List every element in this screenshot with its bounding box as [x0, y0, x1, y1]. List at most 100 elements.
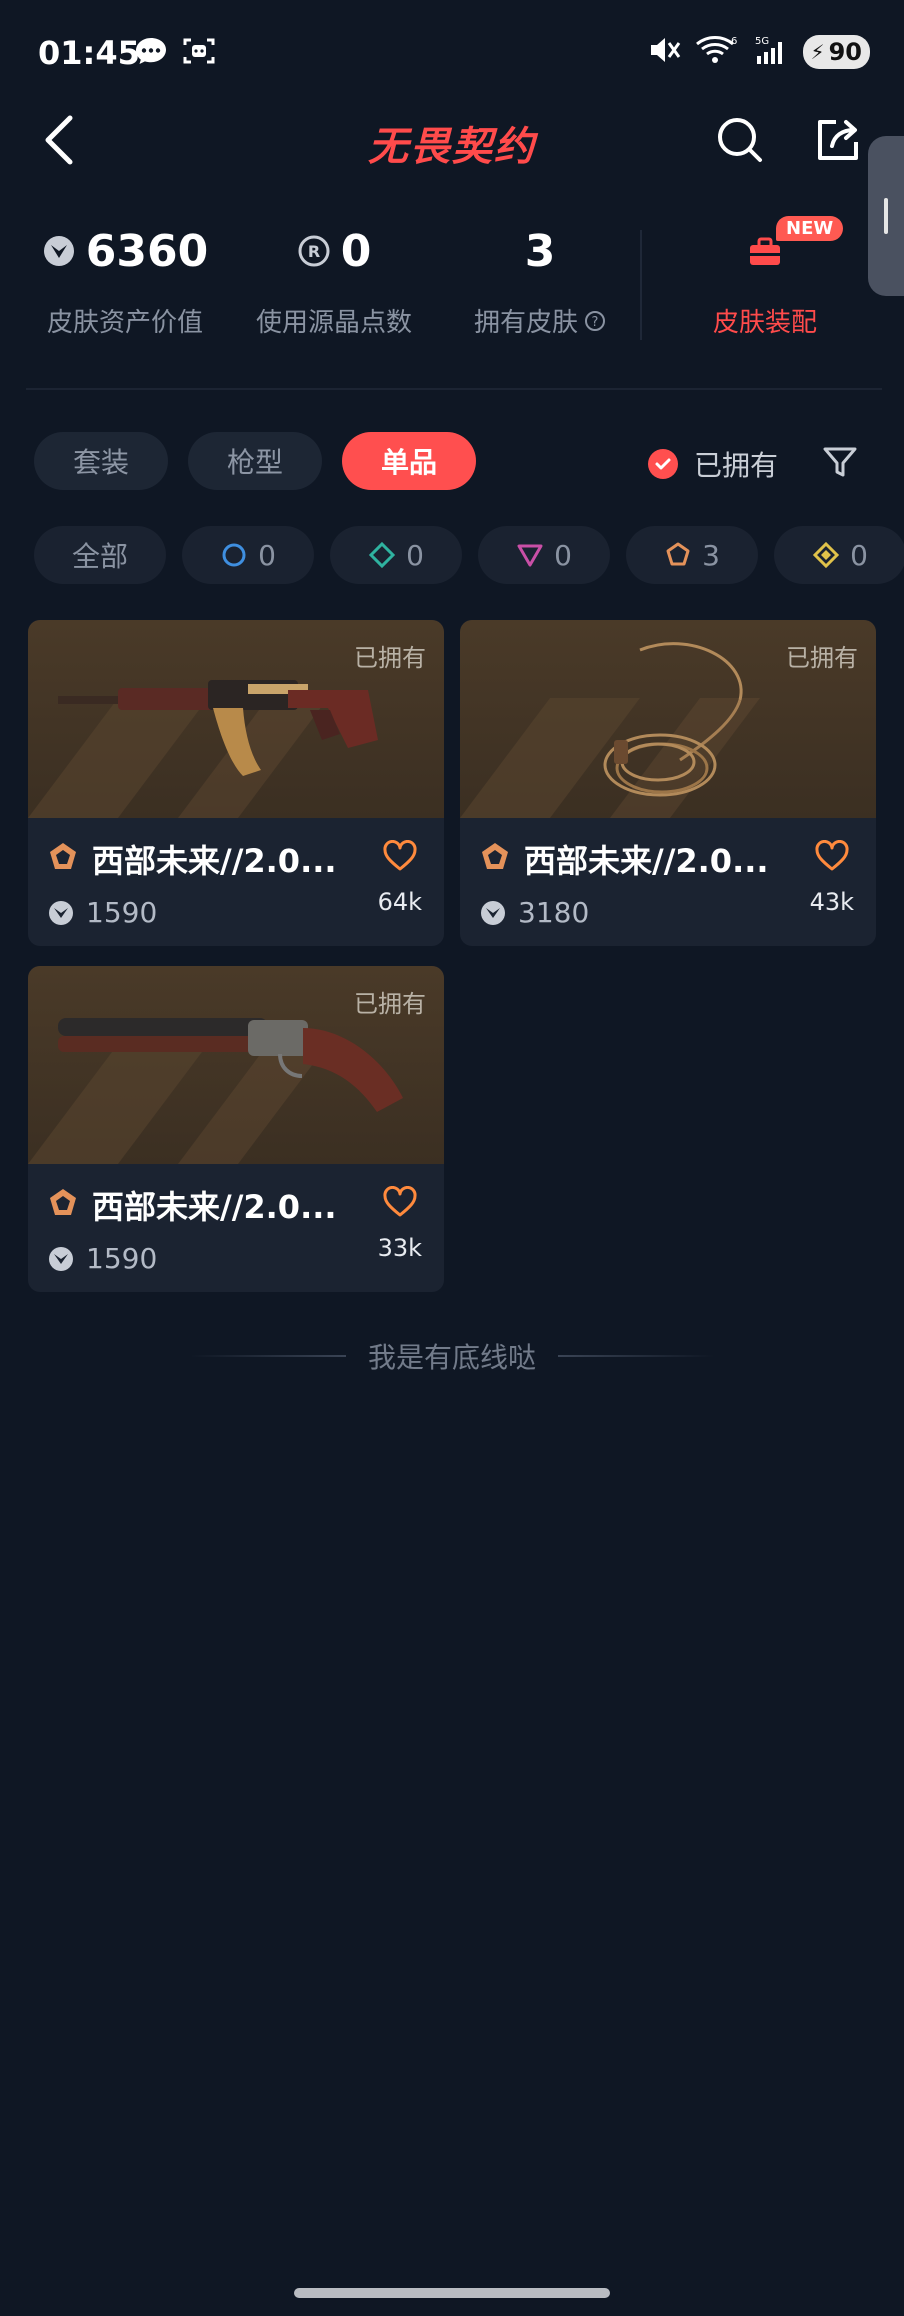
mute-icon [647, 34, 681, 70]
skin-price: 1590 [48, 1242, 157, 1275]
skin-name: 西部未来//2.0... [92, 842, 337, 880]
end-of-list-indicator: 我是有底线哒 [190, 1336, 715, 1376]
stat-value: 3 [524, 225, 556, 277]
chip-count: 0 [258, 538, 276, 572]
network-type: 5G [755, 36, 769, 47]
chip-count: 3 [702, 538, 720, 572]
skin-image: 已拥有 [28, 966, 444, 1164]
rarity-chip-ultra[interactable]: 0 [774, 526, 904, 584]
message-bubble-icon [134, 36, 168, 70]
skin-price: 3180 [480, 896, 589, 929]
skin-price: 1590 [48, 896, 157, 929]
search-button[interactable] [710, 110, 770, 170]
status-system-icons: 6 5G ⚡ 90 [647, 34, 870, 70]
rarity-chip-all[interactable]: 全部 [34, 526, 166, 584]
like-count: 43k [809, 888, 854, 916]
wifi-icon: 6 [695, 34, 739, 70]
divider-line [190, 1355, 346, 1357]
stat-label: 使用源晶点数 [255, 308, 412, 338]
header-divider [26, 388, 882, 390]
search-icon [718, 118, 762, 162]
skin-image: 已拥有 [28, 620, 444, 818]
battery-level: 90 [828, 38, 862, 66]
heart-icon[interactable] [382, 1186, 418, 1218]
skin-outfit-button[interactable]: NEW 皮肤装配 [680, 216, 850, 339]
funnel-icon [823, 447, 857, 477]
price-value: 3180 [518, 896, 590, 929]
price-value: 1590 [86, 896, 158, 929]
cellular-signal-icon: 5G [753, 34, 789, 70]
vp-currency-icon [49, 900, 73, 925]
like-count: 64k [377, 888, 422, 916]
lightning-icon: ⚡ [810, 40, 825, 64]
deluxe-edition-icon [368, 541, 396, 569]
stats-divider [640, 230, 642, 340]
owned-tag: 已拥有 [786, 644, 858, 672]
skin-image: 已拥有 [460, 620, 876, 818]
like-count: 33k [377, 1234, 422, 1262]
tab-single-item[interactable]: 单品 [342, 432, 476, 490]
vp-currency-icon [49, 1246, 73, 1271]
owned-tag: 已拥有 [354, 990, 426, 1018]
chip-count: 0 [554, 538, 572, 572]
stat-asset-value: 6360 皮肤资产价值 [40, 220, 210, 339]
status-notification-icons [134, 36, 216, 70]
svg-text:R: R [308, 242, 320, 261]
stat-radianite-used: R 0 使用源晶点数 [246, 220, 422, 339]
stat-value: 0 [340, 225, 372, 277]
new-badge: NEW [776, 216, 844, 241]
skin-card[interactable]: 已拥有 西部未来//2.0... 1590 64k [28, 620, 444, 946]
premium-edition-icon [517, 544, 543, 567]
exclusive-edition-icon [50, 843, 76, 869]
share-icon [818, 120, 858, 160]
share-button[interactable] [808, 110, 868, 170]
filter-button[interactable] [818, 440, 862, 484]
heart-icon[interactable] [814, 840, 850, 872]
rarity-filter-row: 全部 0 0 0 3 0 [34, 526, 904, 584]
shotgun-skin-icon [58, 1018, 403, 1112]
rarity-chip-exclusive[interactable]: 3 [626, 526, 758, 584]
exclusive-edition-icon [50, 1189, 76, 1215]
exclusive-edition-icon [482, 843, 508, 869]
skin-name: 西部未来//2.0... [92, 1188, 337, 1226]
category-tabs: 套装 枪型 单品 [34, 432, 476, 490]
chip-count: 0 [850, 538, 868, 572]
svg-text:?: ? [592, 315, 599, 330]
owned-filter-label: 已拥有 [694, 449, 779, 482]
skin-card[interactable]: 已拥有 西部未来//2.0... 3180 43k [460, 620, 876, 946]
rarity-chip-select[interactable]: 0 [182, 526, 314, 584]
stat-skins-owned: 3 拥有皮肤 ? [460, 220, 620, 339]
chip-label: 全部 [71, 540, 128, 573]
lasso-skin-icon [603, 642, 743, 797]
select-edition-icon [222, 543, 246, 567]
skin-card[interactable]: 已拥有 西部未来//2.0... 1590 33k [28, 966, 444, 1292]
owned-filter-toggle[interactable]: 已拥有 [648, 444, 778, 484]
stat-value: 6360 [85, 225, 209, 277]
skin-name: 西部未来//2.0... [524, 842, 769, 880]
scan-icon [182, 36, 216, 70]
exclusive-edition-icon [666, 542, 690, 566]
heart-icon[interactable] [382, 840, 418, 872]
divider-line [558, 1355, 715, 1357]
rarity-chip-premium[interactable]: 0 [478, 526, 610, 584]
checkmark-icon [648, 449, 678, 479]
stat-label: 皮肤资产价值 [46, 308, 203, 338]
status-bar: 01:45 6 5G ⚡ 90 [0, 0, 904, 110]
tab-weapon-type[interactable]: 枪型 [188, 432, 322, 490]
rarity-chip-deluxe[interactable]: 0 [330, 526, 462, 584]
stats-panel: 6360 皮肤资产价值 R 0 使用源晶点数 3 拥有皮肤 ? NEW 皮肤装配 [0, 216, 904, 390]
owned-tag: 已拥有 [354, 644, 426, 672]
price-value: 1590 [86, 1242, 158, 1275]
help-icon[interactable]: ? [584, 310, 606, 332]
battery-indicator: ⚡ 90 [802, 35, 870, 69]
status-time: 01:45 [38, 34, 140, 72]
end-of-list-text: 我是有底线哒 [368, 1341, 537, 1374]
skin-outfit-label: 皮肤装配 [712, 308, 817, 338]
tab-bundle[interactable]: 套装 [34, 432, 168, 490]
home-indicator[interactable] [294, 2288, 610, 2298]
chip-count: 0 [406, 538, 424, 572]
stat-label: 拥有皮肤 [473, 308, 578, 338]
nav-bar: 无畏契约 [0, 100, 904, 180]
vp-currency-icon [43, 236, 74, 266]
vp-currency-icon [481, 900, 505, 925]
